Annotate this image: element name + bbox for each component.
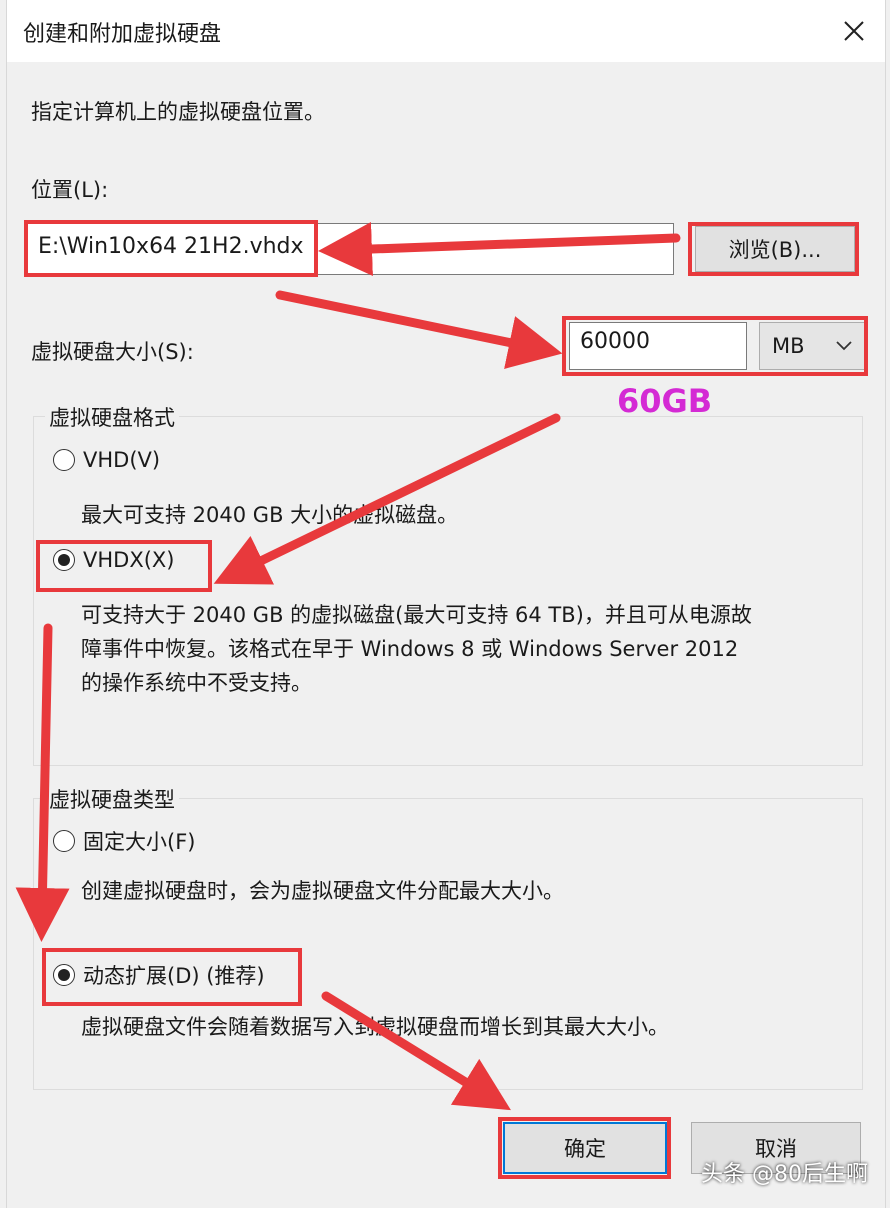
type-group-title: 虚拟硬盘类型 xyxy=(45,784,179,814)
dialog-title: 创建和附加虚拟硬盘 xyxy=(23,22,222,47)
vhdx-desc: 可支持大于 2040 GB 的虚拟磁盘(最大可支持 64 TB)，并且可从电源故… xyxy=(81,598,851,700)
radio-dynamic[interactable]: 动态扩展(D) (推荐) xyxy=(53,960,265,990)
chevron-down-icon xyxy=(836,341,852,351)
format-group-title: 虚拟硬盘格式 xyxy=(45,402,179,432)
ok-button[interactable]: 确定 xyxy=(503,1122,667,1174)
vhdx-desc-line: 可支持大于 2040 GB 的虚拟磁盘(最大可支持 64 TB)，并且可从电源故 xyxy=(81,603,752,627)
radio-vhd[interactable]: VHD(V) xyxy=(53,448,160,472)
radio-vhdx[interactable]: VHDX(X) xyxy=(53,548,175,572)
vhd-desc: 最大可支持 2040 GB 大小的虚拟磁盘。 xyxy=(81,503,459,527)
radio-indicator xyxy=(53,549,75,571)
location-input[interactable]: E:\Win10x64 21H2.vhdx xyxy=(27,223,674,275)
radio-indicator xyxy=(53,449,75,471)
browse-button[interactable]: 浏览(B)... xyxy=(695,226,855,272)
fixed-desc: 创建虚拟硬盘时，会为虚拟硬盘文件分配最大大小。 xyxy=(81,879,564,903)
size-note: 60GB xyxy=(617,382,713,420)
radio-fixed-label: 固定大小(F) xyxy=(83,830,196,854)
radio-indicator xyxy=(53,830,75,852)
radio-vhd-label: VHD(V) xyxy=(83,448,161,472)
size-label: 虚拟硬盘大小(S): xyxy=(31,340,194,364)
close-button[interactable] xyxy=(823,0,885,62)
location-label: 位置(L): xyxy=(31,178,109,202)
dialog-window: 创建和附加虚拟硬盘 指定计算机上的虚拟硬盘位置。 位置(L): E:\Win10… xyxy=(6,0,886,1208)
dynamic-desc: 虚拟硬盘文件会随着数据写入到虚拟硬盘而增长到其最大大小。 xyxy=(81,1015,669,1039)
title-bar: 创建和附加虚拟硬盘 xyxy=(7,0,885,62)
radio-dynamic-label: 动态扩展(D) (推荐) xyxy=(83,964,265,988)
radio-vhdx-label: VHDX(X) xyxy=(83,548,175,572)
vhdx-desc-line: 障事件中恢复。该格式在早于 Windows 8 或 Windows Server… xyxy=(81,637,739,661)
size-input[interactable]: 60000 xyxy=(569,322,747,370)
radio-indicator xyxy=(53,964,75,986)
intro-text: 指定计算机上的虚拟硬盘位置。 xyxy=(31,100,325,124)
vhdx-desc-line: 的操作系统中不受支持。 xyxy=(81,671,312,695)
close-icon xyxy=(844,21,864,41)
watermark: 头条 @80后生啊 xyxy=(701,1162,868,1187)
radio-fixed[interactable]: 固定大小(F) xyxy=(53,826,195,856)
unit-select[interactable]: MB xyxy=(759,322,865,370)
unit-value: MB xyxy=(772,334,805,358)
